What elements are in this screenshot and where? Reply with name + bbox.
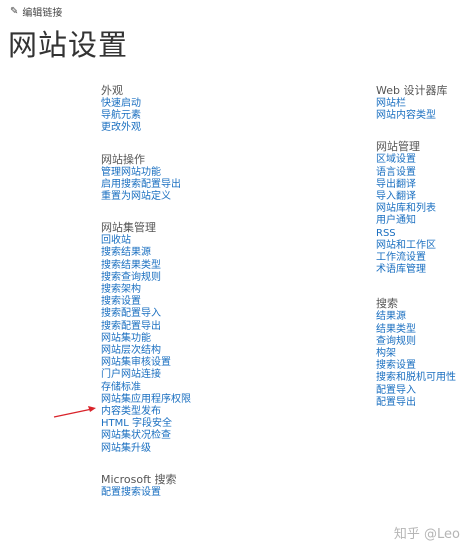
link-site-collection-upgrade[interactable]: 网站集升级 xyxy=(101,443,251,455)
section-heading: 网站操作 xyxy=(101,152,145,166)
link-search-query-rules[interactable]: 搜索查询规则 xyxy=(101,272,251,284)
link-term-store-management[interactable]: 术语库管理 xyxy=(376,264,474,276)
left-column: 外观 快速启动 导航元素 更改外观 网站操作 管理网站功能 启用搜索配置导出 重… xyxy=(101,84,251,499)
link-navigation-elements[interactable]: 导航元素 xyxy=(101,110,251,122)
link-manage-site-features[interactable]: 管理网站功能 xyxy=(101,167,251,179)
section-site-administration: 网站管理 区域设置 语言设置 导出翻译 导入翻译 网站库和列表 用户通知 RSS… xyxy=(376,140,474,276)
red-arrow-icon xyxy=(53,406,96,418)
link-change-look[interactable]: 更改外观 xyxy=(101,122,251,134)
link-schema[interactable]: 构架 xyxy=(376,348,474,360)
section-microsoft-search: Microsoft 搜索 配置搜索设置 xyxy=(101,473,251,499)
link-search-config-import[interactable]: 搜索配置导入 xyxy=(101,308,251,320)
link-config-import[interactable]: 配置导入 xyxy=(376,385,474,397)
section-search: 搜索 结果源 结果类型 查询规则 构架 搜索设置 搜索和脱机可用性 配置导入 配… xyxy=(376,297,474,409)
link-enable-search-config-export[interactable]: 启用搜索配置导出 xyxy=(101,179,251,191)
right-column: Web 设计器库 网站栏 网站内容类型 网站管理 区域设置 语言设置 导出翻译 … xyxy=(376,84,474,409)
link-search-settings[interactable]: 搜索设置 xyxy=(101,296,251,308)
link-content-type-publishing[interactable]: 内容类型发布 xyxy=(101,406,251,418)
link-export-translations[interactable]: 导出翻译 xyxy=(376,179,474,191)
link-app-permissions[interactable]: 网站集应用程序权限 xyxy=(101,394,251,406)
link-workflow-settings[interactable]: 工作流设置 xyxy=(376,252,474,264)
link-search-offline-availability[interactable]: 搜索和脱机可用性 xyxy=(376,372,474,384)
link-search-result-types[interactable]: 搜索结果类型 xyxy=(101,260,251,272)
link-search-settings-site[interactable]: 搜索设置 xyxy=(376,360,474,372)
pencil-icon: ✎ xyxy=(10,6,19,17)
link-user-alerts[interactable]: 用户通知 xyxy=(376,215,474,227)
link-search-schema[interactable]: 搜索架构 xyxy=(101,284,251,296)
link-regional-settings[interactable]: 区域设置 xyxy=(376,154,474,166)
link-import-translations[interactable]: 导入翻译 xyxy=(376,191,474,203)
edit-links-button[interactable]: ✎ 编辑链接 xyxy=(10,4,62,19)
link-sites-and-workspaces[interactable]: 网站和工作区 xyxy=(376,240,474,252)
link-site-libraries-and-lists[interactable]: 网站库和列表 xyxy=(376,203,474,215)
link-language-settings[interactable]: 语言设置 xyxy=(376,167,474,179)
section-heading: Web 设计器库 xyxy=(376,84,448,97)
link-reset-to-site-definition[interactable]: 重置为网站定义 xyxy=(101,191,251,203)
link-site-columns[interactable]: 网站栏 xyxy=(376,98,474,110)
link-rss[interactable]: RSS xyxy=(376,228,474,240)
section-heading: 网站管理 xyxy=(376,140,420,154)
section-heading: 搜索 xyxy=(376,297,398,311)
section-site-collection-admin: 网站集管理 回收站 搜索结果源 搜索结果类型 搜索查询规则 搜索架构 搜索设置 … xyxy=(101,221,251,455)
section-site-actions: 网站操作 管理网站功能 启用搜索配置导出 重置为网站定义 xyxy=(101,153,251,204)
section-heading: 网站集管理 xyxy=(101,221,156,235)
link-site-content-types[interactable]: 网站内容类型 xyxy=(376,110,474,122)
watermark: 知乎 @Leo xyxy=(393,527,460,542)
link-portal-site-connection[interactable]: 门户网站连接 xyxy=(101,369,251,381)
link-audit-settings[interactable]: 网站集审核设置 xyxy=(101,357,251,369)
link-result-types[interactable]: 结果类型 xyxy=(376,324,474,336)
link-query-rules[interactable]: 查询规则 xyxy=(376,336,474,348)
link-result-sources[interactable]: 结果源 xyxy=(376,311,474,323)
link-search-config-export[interactable]: 搜索配置导出 xyxy=(101,321,251,333)
link-config-export[interactable]: 配置导出 xyxy=(376,397,474,409)
link-configure-search-settings[interactable]: 配置搜索设置 xyxy=(101,487,251,499)
link-site-hierarchy[interactable]: 网站层次结构 xyxy=(101,345,251,357)
section-web-designer-galleries: Web 设计器库 网站栏 网站内容类型 xyxy=(376,84,474,122)
page-title: 网站设置 xyxy=(8,28,129,62)
link-html-field-security[interactable]: HTML 字段安全 xyxy=(101,418,251,430)
link-recycle-bin[interactable]: 回收站 xyxy=(101,235,251,247)
section-heading: 外观 xyxy=(101,84,123,97)
link-storage-metrics[interactable]: 存储标准 xyxy=(101,382,251,394)
link-quick-launch[interactable]: 快速启动 xyxy=(101,98,251,110)
link-health-checks[interactable]: 网站集状况检查 xyxy=(101,430,251,442)
section-heading: Microsoft 搜索 xyxy=(101,472,177,486)
section-look-and-feel: 外观 快速启动 导航元素 更改外观 xyxy=(101,84,251,135)
link-site-collection-features[interactable]: 网站集功能 xyxy=(101,333,251,345)
edit-links-label: 编辑链接 xyxy=(22,8,63,19)
link-search-result-sources[interactable]: 搜索结果源 xyxy=(101,247,251,259)
